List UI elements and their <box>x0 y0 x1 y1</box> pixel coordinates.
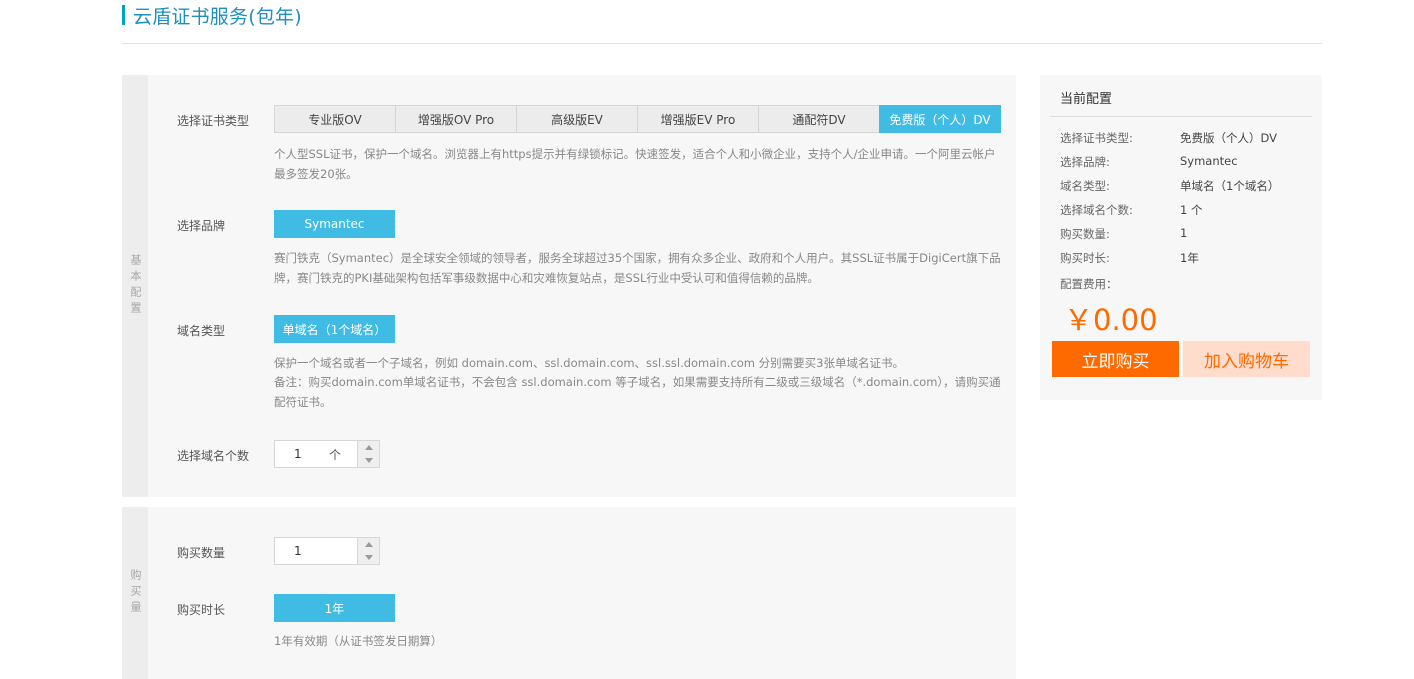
arrow-up-icon <box>364 445 373 450</box>
page-title: 云盾证书服务(包年) <box>122 4 302 28</box>
purchase-section: 购买量 购买数量 1 购买时长 1年 1年有效期（从证书签发日期算） <box>122 507 1016 679</box>
domain-type-desc-1: 保护一个域名或者一个子域名，例如 domain.com、ssl.domain.c… <box>274 356 904 370</box>
arrow-down-icon <box>364 555 373 560</box>
summary-row: 选择品牌: Symantec <box>1060 154 1238 169</box>
summary-row: 选择域名个数: 1 个 <box>1060 203 1203 217</box>
domain-count-unit: 个 <box>329 447 342 462</box>
current-config-panel: 当前配置 选择证书类型: 免费版（个人）DV 选择品牌: Symantec 域名类型… <box>1040 75 1322 400</box>
tab-ev[interactable]: 高级版EV <box>516 105 638 133</box>
domain-count-up-button[interactable] <box>358 441 379 454</box>
domain-count-down-button[interactable] <box>358 454 379 467</box>
domain-count-label: 选择域名个数 <box>177 449 250 463</box>
domain-type-label: 域名类型 <box>177 324 226 338</box>
cert-type-desc: 个人型SSL证书，保护一个域名。浏览器上有https提示并有绿锁标记。快速签发，… <box>274 147 996 181</box>
duration-label: 购买时长 <box>177 603 226 617</box>
domain-type-desc-2: 备注：购买domain.com单域名证书，不会包含 ssl.domain.com… <box>274 375 1001 409</box>
brand-desc: 赛门铁克（Symantec）是全球安全领域的领导者，服务全球超过35个国家，拥有… <box>274 251 1001 285</box>
tab-ov-pro[interactable]: 增强版OV Pro <box>395 105 517 133</box>
domain-count-arrows <box>357 441 379 467</box>
tab-ev-pro[interactable]: 增强版EV Pro <box>637 105 759 133</box>
basic-config-section: 基本配置 选择证书类型 专业版OV 增强版OV Pro 高级版EV 增强版EV … <box>122 75 1016 497</box>
cert-type-tabs: 专业版OV 增强版OV Pro 高级版EV 增强版EV Pro 通配符DV 免费… <box>274 105 1001 133</box>
summary-title: 当前配置 <box>1060 92 1113 107</box>
price-value: ￥0.00 <box>1064 303 1158 337</box>
duration-desc: 1年有效期（从证书签发日期算） <box>274 634 443 648</box>
cert-type-label: 选择证书类型 <box>177 114 250 128</box>
title-accent-bar <box>122 5 125 25</box>
summary-divider <box>1050 116 1312 117</box>
brand-label: 选择品牌 <box>177 219 226 233</box>
brand-symantec-button[interactable]: Symantec <box>274 210 395 238</box>
domain-type-single-button[interactable]: 单域名（1个域名） <box>274 315 395 343</box>
summary-row: 选择证书类型: 免费版（个人）DV <box>1060 131 1278 145</box>
tab-ov[interactable]: 专业版OV <box>274 105 396 133</box>
buy-now-button[interactable]: 立即购买 <box>1052 341 1179 377</box>
quantity-down-button[interactable] <box>358 551 379 564</box>
purchase-side-label: 购买量 <box>122 507 148 679</box>
tab-free-dv[interactable]: 免费版（个人）DV <box>879 105 1001 133</box>
quantity-arrows <box>357 538 379 564</box>
quantity-label: 购买数量 <box>177 546 226 560</box>
basic-config-side-label: 基本配置 <box>122 75 148 497</box>
arrow-down-icon <box>364 458 373 463</box>
fee-label: 配置费用： <box>1060 277 1118 291</box>
arrow-up-icon <box>364 542 373 547</box>
quantity-up-button[interactable] <box>358 538 379 551</box>
quantity-stepper: 1 <box>274 537 380 565</box>
tab-wildcard-dv[interactable]: 通配符DV <box>758 105 880 133</box>
summary-row: 购买时长: 1年 <box>1060 251 1199 265</box>
summary-row: 购买数量: 1 <box>1060 226 1188 241</box>
quantity-input[interactable]: 1 <box>275 538 357 564</box>
summary-row: 域名类型: 单域名（1个域名） <box>1060 179 1280 193</box>
add-to-cart-button[interactable]: 加入购物车 <box>1183 341 1310 377</box>
title-divider <box>122 43 1322 44</box>
page-title-text: 云盾证书服务(包年) <box>133 5 302 28</box>
duration-1year-button[interactable]: 1年 <box>274 594 395 622</box>
domain-count-stepper: 1 个 <box>274 440 380 468</box>
